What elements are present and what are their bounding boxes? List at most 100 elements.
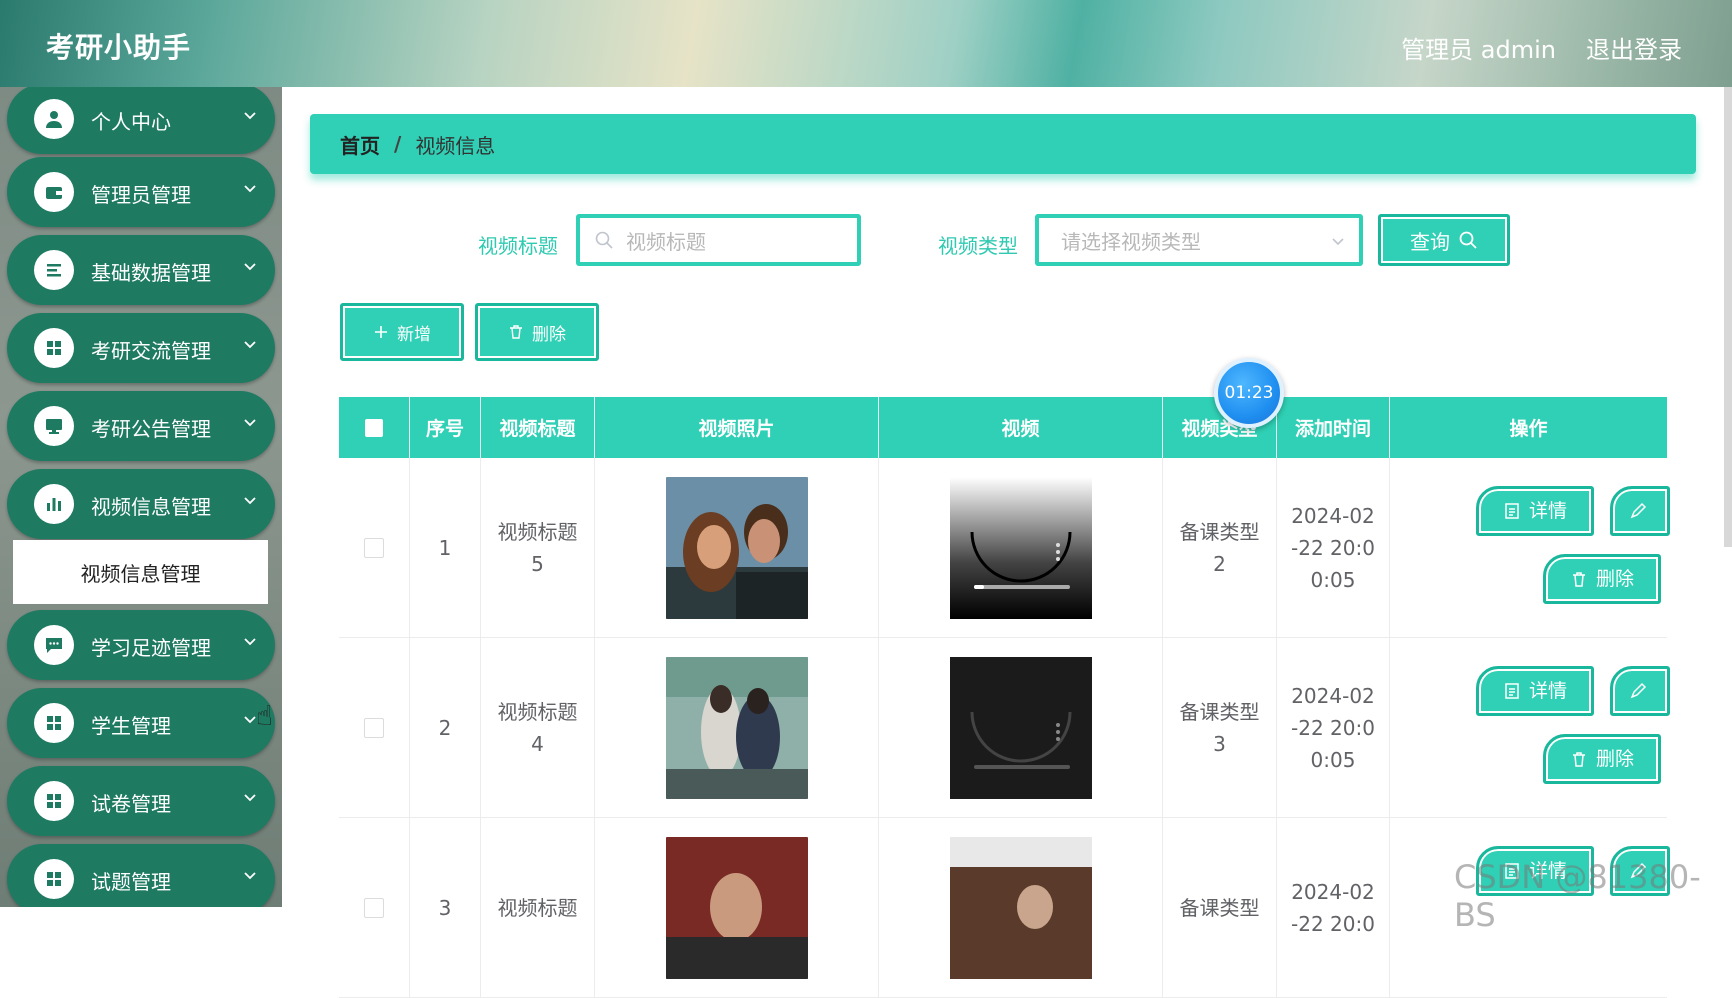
search-icon — [1459, 231, 1477, 249]
delete-button[interactable]: 删除 — [1543, 554, 1661, 604]
chevron-down-icon — [244, 185, 256, 193]
video-photo-thumbnail[interactable] — [665, 477, 808, 619]
detail-button[interactable]: 详情 — [1476, 486, 1594, 536]
col-time: 添加时间 — [1277, 397, 1390, 458]
delete-button-label: 删除 — [1595, 568, 1634, 590]
cell-photo — [595, 818, 879, 998]
submenu-video-management[interactable]: 视频信息管理 — [13, 540, 268, 604]
cell-video — [879, 818, 1163, 998]
video-player[interactable] — [949, 837, 1092, 979]
document-icon — [1505, 683, 1519, 699]
cell-index: 1 — [410, 458, 481, 638]
table-header: 序号 视频标题 视频照片 视频 视频类型 添加时间 操作 — [339, 397, 1667, 458]
sidebar-item-announcement[interactable]: 考研公告管理 — [7, 391, 275, 461]
query-button-label: 查询 — [1410, 229, 1450, 254]
sidebar-item-study-footprint[interactable]: 学习足迹管理 — [7, 610, 275, 680]
cell-photo — [595, 638, 879, 818]
search-title-placeholder: 视频标题 — [626, 229, 706, 254]
sidebar-item-label: 试卷管理 — [91, 792, 171, 816]
breadcrumb-home[interactable]: 首页 — [340, 130, 380, 159]
edit-button[interactable] — [1610, 666, 1670, 716]
cell-title: 视频标题 5 — [481, 458, 595, 638]
cell-index: 3 — [410, 818, 481, 998]
chevron-down-icon — [244, 497, 256, 505]
sidebar-item-admin-management[interactable]: 管理员管理 — [7, 157, 275, 227]
grid-icon — [34, 328, 74, 368]
plus-icon — [375, 326, 387, 338]
search-title-label: 视频标题 — [478, 234, 558, 258]
select-all-cell[interactable] — [339, 397, 410, 458]
cell-video — [879, 638, 1163, 818]
cell-type: 备课类型 2 — [1163, 458, 1277, 638]
query-button[interactable]: 查询 — [1378, 214, 1510, 266]
row-select-cell[interactable] — [339, 458, 410, 638]
page-scrollbar[interactable] — [1724, 87, 1732, 547]
video-player[interactable] — [949, 477, 1092, 619]
delete-button[interactable]: 删除 — [1543, 734, 1661, 784]
sidebar-item-label: 个人中心 — [91, 110, 171, 134]
cell-type: 备课类型 — [1163, 818, 1277, 998]
cell-operations: 详情 删除 — [1390, 458, 1670, 638]
cell-index: 2 — [410, 638, 481, 818]
sidebar-item-personal-center[interactable]: 个人中心 — [7, 87, 275, 154]
wallet-icon — [34, 172, 74, 212]
col-photo: 视频照片 — [595, 397, 879, 458]
video-type-placeholder: 请选择视频类型 — [1061, 229, 1201, 254]
video-type-select[interactable]: 请选择视频类型 — [1035, 214, 1363, 266]
chevron-down-icon — [244, 794, 256, 802]
admin-user-label: 管理员 admin — [1401, 36, 1556, 64]
sidebar-item-papers[interactable]: 试卷管理 — [7, 766, 275, 836]
detail-button[interactable]: 详情 — [1476, 666, 1594, 716]
chevron-down-icon — [244, 263, 256, 271]
main-content: 首页 / 视频信息 视频标题 视频标题 视频类型 请选择视频类型 查询 新增 删… — [282, 87, 1732, 998]
monitor-icon — [34, 406, 74, 446]
select-all-checkbox[interactable] — [365, 418, 383, 437]
trash-icon — [510, 325, 522, 339]
add-button[interactable]: 新增 — [340, 303, 464, 361]
bulk-delete-button[interactable]: 删除 — [475, 303, 599, 361]
grid-icon — [34, 859, 74, 899]
top-header: 考研小助手 管理员 admin 退出登录 — [0, 0, 1732, 87]
user-icon — [34, 99, 74, 139]
sidebar-item-label: 基础数据管理 — [91, 261, 211, 285]
sidebar-item-base-data[interactable]: 基础数据管理 — [7, 235, 275, 305]
chat-icon — [34, 625, 74, 665]
sidebar-item-exchange[interactable]: 考研交流管理 — [7, 313, 275, 383]
video-photo-thumbnail[interactable] — [665, 657, 808, 799]
edit-icon — [1630, 502, 1647, 519]
col-index: 序号 — [410, 397, 481, 458]
sidebar-item-label: 视频信息管理 — [91, 495, 211, 519]
chevron-down-icon — [244, 638, 256, 646]
cell-time: 2024-02 -22 20:0 0:05 — [1277, 458, 1390, 638]
search-type-label: 视频类型 — [938, 234, 1018, 258]
row-select-cell[interactable] — [339, 818, 410, 998]
sidebar-item-label: 管理员管理 — [91, 183, 191, 207]
edit-button[interactable] — [1610, 486, 1670, 536]
sidebar-item-label: 试题管理 — [91, 870, 171, 894]
chevron-down-icon — [244, 112, 256, 120]
search-title-input[interactable]: 视频标题 — [576, 214, 861, 266]
row-checkbox[interactable] — [364, 718, 384, 738]
detail-button-label: 详情 — [1528, 500, 1567, 522]
row-checkbox[interactable] — [364, 538, 384, 558]
edit-icon — [1630, 682, 1647, 699]
app-title: 考研小助手 — [46, 31, 192, 64]
trash-icon — [1572, 752, 1585, 767]
cell-photo — [595, 458, 879, 638]
row-checkbox[interactable] — [364, 898, 384, 918]
cell-time: 2024-02 -22 20:0 — [1277, 818, 1390, 998]
video-photo-thumbnail[interactable] — [665, 837, 808, 979]
hand-cursor-icon: ☝ — [256, 699, 274, 732]
breadcrumb: 首页 / 视频信息 — [310, 114, 1696, 174]
detail-button-label: 详情 — [1528, 680, 1567, 702]
delete-button-label: 删除 — [1595, 748, 1634, 770]
row-select-cell[interactable] — [339, 638, 410, 818]
sidebar-item-students[interactable]: 学生管理 — [7, 688, 275, 758]
logout-link[interactable]: 退出登录 — [1586, 30, 1682, 65]
bar-chart-icon — [34, 484, 74, 524]
add-button-label: 新增 — [397, 324, 431, 345]
bulk-delete-label: 删除 — [532, 324, 566, 345]
video-player[interactable] — [949, 657, 1092, 799]
sidebar-item-video[interactable]: 视频信息管理 — [7, 469, 275, 539]
sidebar-item-questions[interactable]: 试题管理 — [7, 844, 275, 907]
